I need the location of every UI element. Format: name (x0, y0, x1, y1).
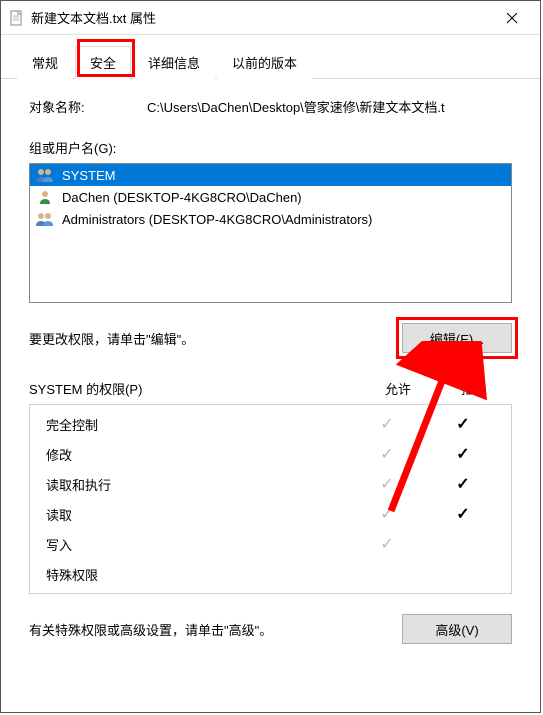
advanced-button[interactable]: 高级(V) (402, 614, 512, 644)
file-icon (9, 10, 25, 26)
tab-security[interactable]: 安全 (75, 46, 131, 79)
permission-name: 修改 (40, 445, 349, 464)
permission-name: 特殊权限 (40, 565, 349, 584)
close-button[interactable] (490, 3, 534, 33)
titlebar: 新建文本文档.txt 属性 (1, 1, 540, 35)
permissions-header-label: SYSTEM 的权限(P) (29, 379, 360, 398)
properties-dialog: 新建文本文档.txt 属性 常规 安全 详细信息 以前的版本 对象名称: C:\… (0, 0, 541, 713)
permissions-header: SYSTEM 的权限(P) 允许 拒绝 (29, 379, 512, 398)
permission-allow-check: ✓ (349, 474, 425, 494)
permission-name: 写入 (40, 535, 349, 554)
tab-panel-security: 对象名称: C:\Users\DaChen\Desktop\管家速修\新建文本文… (1, 79, 540, 654)
window-title: 新建文本文档.txt 属性 (31, 8, 490, 27)
permission-row: 读取和执行✓✓ (30, 469, 511, 499)
edit-hint-text: 要更改权限，请单击"编辑"。 (29, 329, 382, 348)
list-item-label: DaChen (DESKTOP-4KG8CRO\DaChen) (62, 190, 302, 205)
permission-allow-check: ✓ (349, 414, 425, 434)
groups-listbox[interactable]: SYSTEM DaChen (DESKTOP-4KG8CRO\DaChen) Adm… (29, 163, 512, 303)
permission-name: 读取和执行 (40, 475, 349, 494)
permission-allow-check: ✓ (349, 534, 425, 554)
groups-label: 组或用户名(G): (29, 138, 512, 157)
list-item-label: SYSTEM (62, 168, 115, 183)
permission-name: 读取 (40, 505, 349, 524)
edit-row: 要更改权限，请单击"编辑"。 编辑(E)... (29, 323, 512, 353)
permission-row: 完全控制✓✓ (30, 409, 511, 439)
list-item[interactable]: SYSTEM (30, 164, 511, 186)
permission-row: 特殊权限 (30, 559, 511, 589)
advanced-hint-text: 有关特殊权限或高级设置，请单击"高级"。 (29, 620, 386, 639)
permission-deny-check: ✓ (425, 414, 501, 434)
permission-row: 读取✓✓ (30, 499, 511, 529)
permission-row: 写入✓ (30, 529, 511, 559)
permission-allow-check: ✓ (349, 444, 425, 464)
permission-deny-check: ✓ (425, 474, 501, 494)
permissions-list: 完全控制✓✓修改✓✓读取和执行✓✓读取✓✓写入✓特殊权限 (29, 404, 512, 594)
tab-strip: 常规 安全 详细信息 以前的版本 (1, 35, 540, 79)
list-item-label: Administrators (DESKTOP-4KG8CRO\Administ… (62, 212, 372, 227)
object-name-value: C:\Users\DaChen\Desktop\管家速修\新建文本文档.t (147, 97, 512, 116)
permission-allow-check: ✓ (349, 504, 425, 524)
permissions-allow-header: 允许 (360, 379, 436, 398)
user-icon (34, 189, 56, 205)
group-icon (34, 211, 56, 227)
permission-deny-check: ✓ (425, 444, 501, 464)
tab-general[interactable]: 常规 (17, 46, 73, 79)
tab-previous-versions[interactable]: 以前的版本 (217, 46, 312, 79)
list-item[interactable]: Administrators (DESKTOP-4KG8CRO\Administ… (30, 208, 511, 230)
tab-details[interactable]: 详细信息 (133, 46, 215, 79)
object-name-label: 对象名称: (29, 97, 147, 116)
edit-button[interactable]: 编辑(E)... (402, 323, 512, 353)
permission-deny-check: ✓ (425, 504, 501, 524)
permission-name: 完全控制 (40, 415, 349, 434)
permissions-deny-header: 拒绝 (436, 379, 512, 398)
list-item[interactable]: DaChen (DESKTOP-4KG8CRO\DaChen) (30, 186, 511, 208)
advanced-row: 有关特殊权限或高级设置，请单击"高级"。 高级(V) (29, 614, 512, 644)
object-name-row: 对象名称: C:\Users\DaChen\Desktop\管家速修\新建文本文… (29, 97, 512, 116)
group-icon (34, 167, 56, 183)
permission-row: 修改✓✓ (30, 439, 511, 469)
